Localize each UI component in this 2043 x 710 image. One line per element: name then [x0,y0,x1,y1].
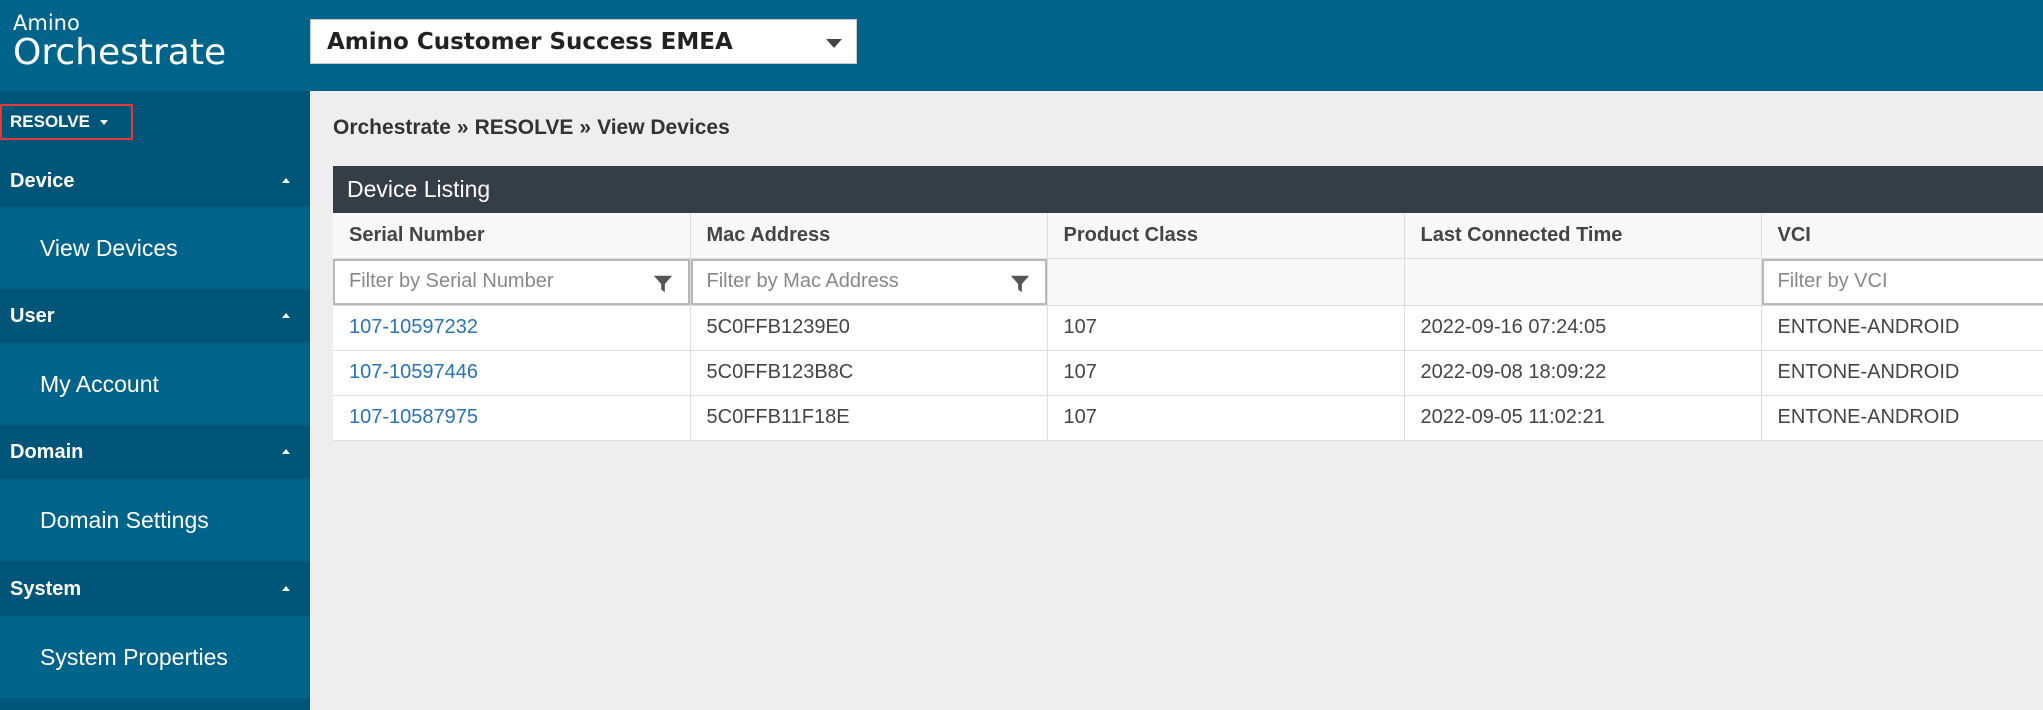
logo-line-orchestrate: Orchestrate [13,32,227,73]
column-header-product-class[interactable]: Product Class [1047,213,1405,259]
caret-up-icon [282,449,290,454]
device-table: Serial Number Mac Address Product Class … [333,213,2043,441]
breadcrumb-orchestrate[interactable]: Orchestrate [333,116,451,139]
serial-cell: 107-10597232 [333,305,691,351]
breadcrumb-separator: » [456,116,469,139]
serial-link[interactable]: 107-10597446 [349,361,478,383]
breadcrumb-view-devices: View Devices [597,116,730,139]
sidebar-section-label: User [10,304,55,327]
amino-orchestrate-logo[interactable]: Amino Orchestrate [13,12,226,72]
breadcrumb-resolve[interactable]: RESOLVE [475,116,574,139]
last-connected-cell: 2022-09-08 18:09:22 [1404,350,1762,396]
serial-cell: 107-10587975 [333,395,691,441]
sidebar-item-domain-settings[interactable]: Domain Settings [0,479,310,561]
device-listing-header: Device Listing [333,166,2043,213]
last-connected-cell: 2022-09-05 11:02:21 [1404,395,1762,441]
sidebar-item-my-account[interactable]: My Account [0,343,310,425]
breadcrumb-separator: » [579,116,592,139]
filter-icon[interactable] [1009,273,1031,295]
sidebar-item-system-properties[interactable]: System Properties [0,616,310,698]
sidebar-section-label: Device [10,169,75,192]
resolve-menu-button[interactable]: RESOLVE [0,104,133,140]
product-class-cell: 107 [1047,305,1405,351]
column-header-vci[interactable]: VCI [1761,213,2043,259]
serial-link[interactable]: 107-10597232 [349,316,478,338]
table-row[interactable]: 107-10597232 5C0FFB1239E0 107 2022-09-16… [333,305,2043,351]
vci-cell: ENTONE-ANDROID [1761,350,2043,396]
sidebar-section-label: System [10,577,82,600]
filter-icon[interactable] [652,273,674,295]
serial-filter-box [333,258,689,304]
table-header-row: Serial Number Mac Address Product Class … [333,213,2043,259]
sidebar-section-device[interactable]: Device [0,154,310,208]
logo-line-amino: Amino [13,11,80,35]
filter-cell-mac [690,258,1048,306]
mac-cell: 5C0FFB123B8C [690,350,1048,396]
sidebar-item-view-devices[interactable]: View Devices [0,207,310,289]
chevron-down-icon [826,39,842,48]
filter-cell-vci [1761,258,2043,306]
filter-cell-product-class [1047,258,1405,306]
sidebar-item-label: View Devices [40,234,178,261]
caret-up-icon [282,178,290,183]
caret-down-icon [99,119,108,125]
serial-cell: 107-10597446 [333,350,691,396]
sidebar-section-system[interactable]: System [0,562,310,616]
sidebar-section-user[interactable]: User [0,289,310,343]
sidebar-section-label: Domain [10,440,84,463]
serial-link[interactable]: 107-10587975 [349,406,478,428]
column-header-last-connected-time[interactable]: Last Connected Time [1404,213,1762,259]
vci-filter-box [1761,258,2043,304]
mac-cell: 5C0FFB11F18E [690,395,1048,441]
table-row[interactable]: 107-10587975 5C0FFB11F18E 107 2022-09-05… [333,395,2043,441]
mac-filter-box [690,258,1046,304]
device-listing-title: Device Listing [347,176,491,202]
sidebar-item-label: Domain Settings [40,506,209,533]
sidebar-item-label: My Account [40,370,159,397]
caret-up-icon [282,586,290,591]
vci-filter-input[interactable] [1777,270,1996,293]
top-header: Amino Orchestrate Amino Customer Success… [0,0,2043,91]
caret-up-icon [282,313,290,318]
serial-filter-input[interactable] [349,270,620,293]
column-header-mac-address[interactable]: Mac Address [690,213,1048,259]
filter-cell-serial [333,258,691,306]
product-class-cell: 107 [1047,395,1405,441]
sidebar-item-label: System Properties [40,643,228,670]
last-connected-cell: 2022-09-16 07:24:05 [1404,305,1762,351]
mac-cell: 5C0FFB1239E0 [690,305,1048,351]
column-header-serial-number[interactable]: Serial Number [333,213,691,259]
product-class-cell: 107 [1047,350,1405,396]
filter-row [333,258,2043,306]
device-listing-panel: Device Listing Serial Number Mac Address… [333,166,2043,441]
table-row[interactable]: 107-10597446 5C0FFB123B8C 107 2022-09-08… [333,350,2043,396]
resolve-menu-label: RESOLVE [10,112,90,131]
sidebar-section-domain[interactable]: Domain [0,425,310,479]
vci-cell: ENTONE-ANDROID [1761,305,2043,351]
domain-select[interactable]: Amino Customer Success EMEA [310,19,857,64]
mac-filter-input[interactable] [706,270,977,293]
vci-cell: ENTONE-ANDROID [1761,395,2043,441]
breadcrumb: Orchestrate» RESOLVE» View Devices [333,116,736,140]
filter-cell-last-connected [1404,258,1762,306]
domain-select-value: Amino Customer Success EMEA [327,28,733,55]
